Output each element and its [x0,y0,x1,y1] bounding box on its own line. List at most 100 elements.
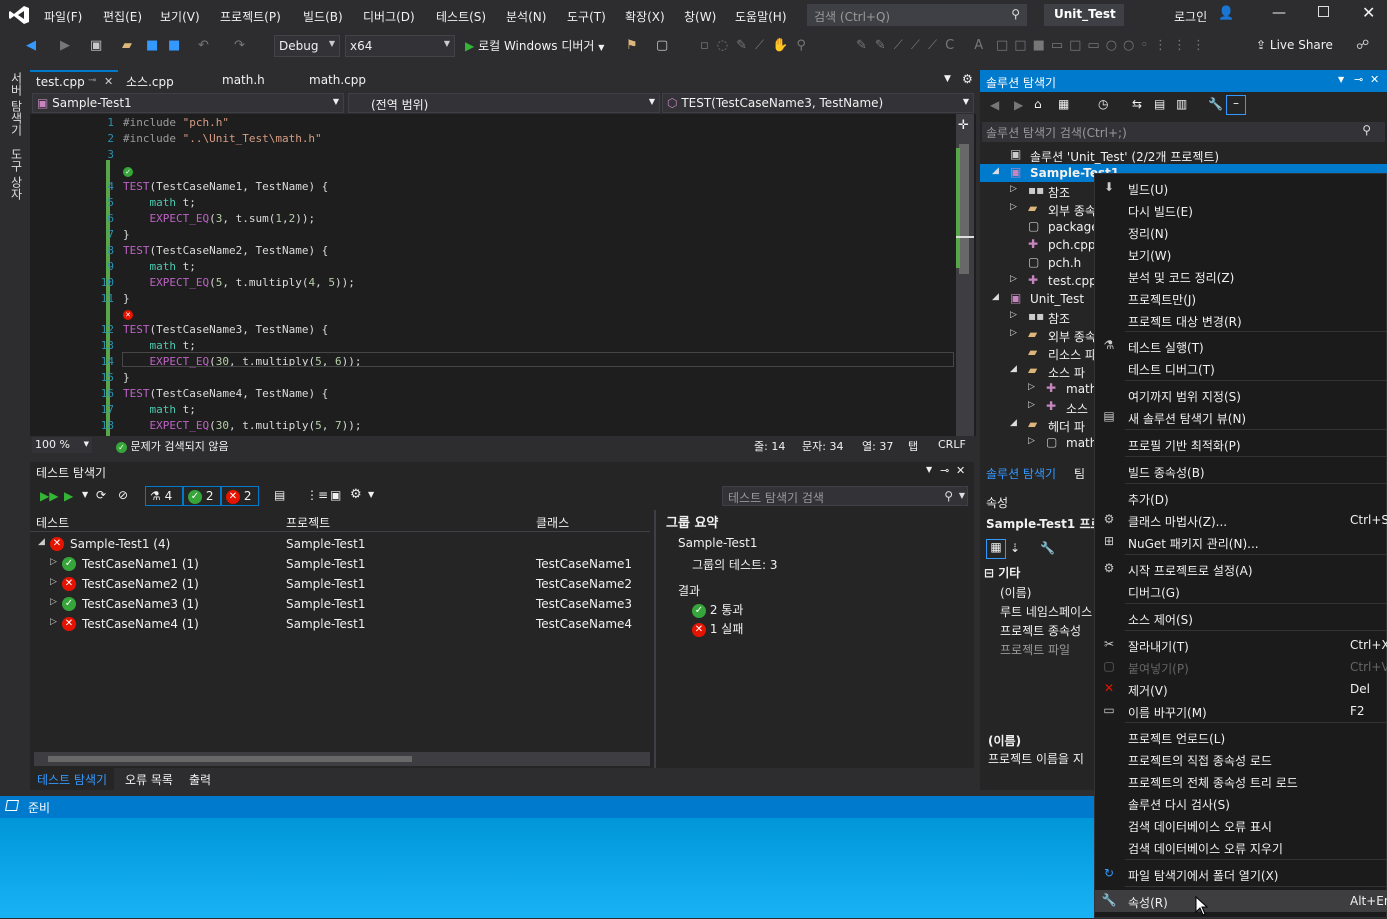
total-tests-filter[interactable]: ⚗ 4 [145,486,183,506]
wrench-icon[interactable]: 🔧 [1040,541,1055,555]
tab-math-h[interactable]: math.h [216,70,271,92]
run-all-icon[interactable]: ▶▶ [40,489,58,503]
context-menu-item[interactable]: 프로젝트의 직접 종속성 로드 [1095,748,1387,770]
context-menu-item[interactable]: 디버그(G) [1095,580,1387,602]
toolbox-tab[interactable]: 도구 상자 [8,148,25,200]
context-menu-item[interactable]: 솔루션 다시 검사(S) [1095,792,1387,814]
context-menu-item[interactable]: ▤ 새 솔루션 탐색기 뷰(N) [1095,406,1387,428]
context-menu-item[interactable]: ↻ 파일 탐색기에서 폴더 열기(X) [1095,863,1387,885]
collapse-all-icon[interactable]: ▤ [1154,97,1165,111]
expand-icon[interactable]: ▷ [1010,328,1017,338]
alphabetical-icon[interactable]: ⇣ [1010,541,1020,555]
pin-icon[interactable]: ⊸ [1354,73,1363,86]
col-project-header[interactable]: 프로젝트 [280,512,336,532]
context-menu-item[interactable]: 테스트 디버그(T) [1095,357,1387,379]
context-menu-item[interactable]: 프로젝트 언로드(L) [1095,726,1387,748]
member-nav-select[interactable]: ⬡ TEST(TestCaseName3, TestName) ▼ [662,93,974,113]
context-menu-item[interactable]: 🔧 속성(R) Alt+En [1095,890,1387,912]
issues-status[interactable]: ✓ 문제가 검색되지 않음 [116,438,229,454]
context-menu-item[interactable]: ✂ 잘라내기(T) Ctrl+X [1095,634,1387,656]
code-editor[interactable]: 1 #include "pch.h" 2 #include "..\Unit_Test… [30,114,976,436]
pin-icon[interactable]: ⊸ [88,75,96,86]
context-menu-item[interactable]: 빌드 종속성(B) [1095,460,1387,482]
context-menu-item[interactable]: 프로젝트만(J) [1095,287,1387,309]
context-menu-item[interactable]: ⊞ NuGet 패키지 관리(N)... [1095,531,1387,553]
expand-icon[interactable]: ▷ [1010,184,1017,194]
context-menu-item[interactable]: 검색 데이터베이스 오류 표시 [1095,814,1387,836]
home-icon[interactable]: ⌂ [1034,97,1042,111]
context-menu-item[interactable]: ✕ 제거(V) Del [1095,678,1387,700]
context-menu-item[interactable]: 검색 데이터베이스 오류 지우기 [1095,836,1387,858]
context-menu-item[interactable]: 분석 및 코드 정리(Z) [1095,265,1387,287]
context-menu-item[interactable]: 프로젝트의 전체 종속성 트리 로드 [1095,770,1387,792]
start-debugger-button[interactable]: ▶ 로컬 Windows 디버거 ▼ [465,37,604,54]
minimize-button[interactable]: — [1272,5,1286,21]
tab-math-cpp[interactable]: math.cpp [303,70,372,92]
menu-edit[interactable]: 편집(E) [103,8,142,25]
expand-icon[interactable]: ▷ [1010,274,1017,284]
preview-icon[interactable]: – [1226,95,1246,115]
zoom-select[interactable]: 100 % ▼ [32,437,92,453]
login-link[interactable]: 로그인 [1174,8,1207,25]
pin-icon[interactable]: ⊸ [940,464,949,477]
context-menu-item[interactable]: ⚙ 클래스 마법사(Z)... Ctrl+Sh [1095,509,1387,531]
context-menu-item[interactable]: 보기(W) [1095,243,1387,265]
prop-project-file[interactable]: 프로젝트 파일 [1000,641,1070,658]
tree-item[interactable]: ▣ 솔루션 'Unit_Test' (2/2개 프로젝트) [980,146,1387,164]
menu-file[interactable]: 파일(F) [44,8,82,25]
tab-team[interactable]: 팀 [1068,461,1091,486]
test-list-hscrollbar[interactable] [34,752,650,766]
menu-debug[interactable]: 디버그(D) [363,8,415,25]
prop-name[interactable]: (이름) [1000,584,1031,601]
panel-menu-icon[interactable]: ▼ [926,465,932,474]
expand-icon[interactable]: ▷ [1010,310,1017,320]
scrollbar-thumb[interactable] [959,144,969,274]
menu-project[interactable]: 프로젝트(P) [220,8,281,25]
tab-solution-explorer[interactable]: 솔루션 탐색기 [980,461,1062,486]
forward-icon[interactable]: ▶ [1014,98,1023,112]
gear-icon[interactable]: ⚙ [962,72,973,86]
pending-changes-icon[interactable]: ◷ [1098,97,1108,111]
expand-icon[interactable]: ▷ [50,597,57,607]
expand-icon[interactable]: ▷ [50,617,57,627]
passed-tests-filter[interactable]: ✓ 2 [183,486,221,506]
gear-icon[interactable]: ⚙ [350,487,362,502]
test-row[interactable]: ◢ ✕ Sample-Test1 (4) Sample-Test1 [30,534,650,554]
panel-menu-icon[interactable]: ▼ [1338,75,1344,84]
test-fail-glyph-icon[interactable]: ✕ [123,307,133,321]
save-icon[interactable]: ■ [146,38,158,53]
expand-icon[interactable]: ▷ [1010,202,1017,212]
context-menu-item[interactable]: ⬇ 빌드(U) [1095,177,1387,199]
sync-icon[interactable]: ⇆ [1132,97,1142,111]
tab-test-explorer[interactable]: 테스트 탐색기 [30,768,115,790]
properties-icon[interactable]: 🔧 [1208,97,1223,111]
back-icon[interactable]: ◀ [26,38,36,53]
menu-help[interactable]: 도움말(H) [735,8,787,25]
context-menu-item[interactable]: 프로젝트 대상 변경(R) [1095,309,1387,331]
config-select[interactable]: Debug ▼ [274,35,340,57]
expand-icon[interactable]: ▷ [50,557,57,567]
test-row[interactable]: ▷ ✓ TestCaseName1 (1) Sample-Test1 TestCaseN… [30,554,650,574]
group-by-icon[interactable]: ⋮≡ [306,488,328,502]
save-all-icon[interactable]: ■ [168,38,180,53]
menu-tools[interactable]: 도구(T) [567,8,606,25]
expand-icon[interactable]: ▷ [1028,382,1035,392]
collapse-icon[interactable]: ▣ [330,488,341,502]
menu-test[interactable]: 테스트(S) [436,8,486,25]
test-row[interactable]: ▷ ✓ TestCaseName3 (1) Sample-Test1 TestCaseN… [30,594,650,614]
switch-views-icon[interactable]: ▦ [1058,97,1069,111]
close-icon[interactable]: ✕ [956,464,965,477]
editor-vertical-scrollbar[interactable]: ✛ [956,114,974,436]
menu-window[interactable]: 창(W) [684,8,716,25]
account-icon[interactable]: 👤 [1218,6,1234,21]
chevron-down-icon[interactable]: ▼ [82,490,88,499]
context-menu-item[interactable]: 소스 제어(S) [1095,607,1387,629]
open-file-icon[interactable]: ▰ [122,38,132,53]
back-icon[interactable]: ◀ [990,98,999,112]
live-share-button[interactable]: ⇪ Live Share [1256,38,1333,52]
test-row[interactable]: ▷ ✕ TestCaseName2 (1) Sample-Test1 TestCaseN… [30,574,650,594]
test-search-input[interactable]: 테스트 탐색기 검색 ⚲ ▼ [722,486,968,506]
attach-icon[interactable]: ⚑ [626,38,638,53]
expand-icon[interactable]: ▷ [1028,400,1035,410]
solution-search-input[interactable]: 솔루션 탐색기 검색(Ctrl+;) ⚲ [982,122,1385,142]
